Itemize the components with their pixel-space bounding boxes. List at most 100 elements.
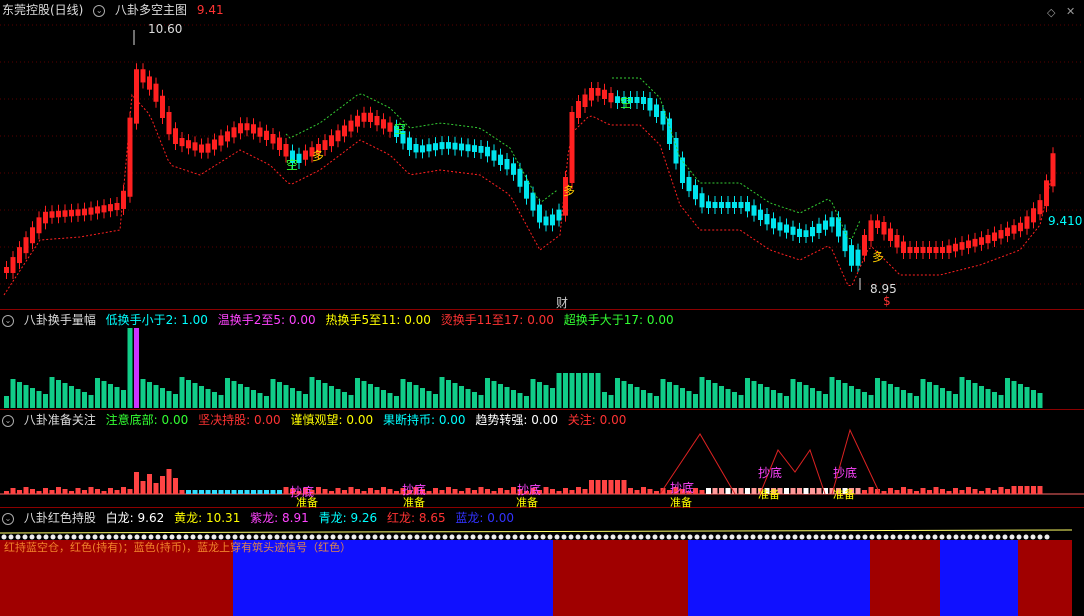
dot-marker [582,534,588,540]
turnover-bar [920,379,926,408]
turnover-bar [147,382,152,408]
candle-body [732,202,737,208]
candle-body [179,138,185,147]
turnover-bar [550,388,555,408]
turnover-bar [719,386,724,408]
turnover-bar [543,385,549,408]
turnover-bar [361,381,367,408]
turnover-bar [134,328,139,408]
candle-body [485,146,490,157]
attention-bar [374,490,380,494]
candle-body [504,159,510,170]
candle-body [829,217,835,227]
turnover-bar [660,379,666,408]
high-price-label: 10.60 [148,22,183,36]
attention-bar [426,491,432,494]
turnover-bar [686,391,692,408]
dot-marker [841,534,847,540]
dot-marker [953,534,959,540]
turnover-bar [400,379,406,408]
turnover-bar [875,378,880,408]
hold-item-0: 白龙: 9.62 [105,511,165,525]
candle-body [498,154,503,165]
attention-bar [231,490,237,494]
dot-marker [358,534,364,540]
candle-body [439,142,445,150]
close-icon[interactable]: ✕ [1066,5,1075,18]
turnover-bar [862,392,867,408]
candle-body [238,123,243,134]
turnover-item-1: 温换手2至5: 0.00 [217,313,316,327]
candle-body [933,247,939,253]
indicator-toggle-icon[interactable]: ⌄ [2,314,14,327]
turnover-bar [842,383,848,408]
attention-bar [985,488,991,494]
attention-bar [1018,486,1023,494]
turnover-bar [225,378,230,408]
attention-item-0: 注意底部: 0.00 [105,413,189,427]
candle-body [823,220,828,230]
attention-bar [1037,486,1043,494]
turnover-bar [62,383,68,408]
attention-bar [205,490,211,494]
duo-marker-2: 多 [563,184,576,198]
attention-bar [225,490,230,494]
turnover-indicator-name: 八卦换手量幅 [23,313,96,327]
dot-marker [932,534,938,540]
attention-bar [901,487,906,494]
candle-body [121,190,126,209]
turnover-bar [75,389,81,408]
zone-block [688,540,870,616]
turnover-bar [1011,381,1017,408]
dot-marker [498,534,504,540]
turnover-bar [699,377,705,408]
dot-marker [631,534,637,540]
turnover-bar [433,394,438,408]
candle-body [881,222,887,235]
attention-bar [608,480,614,494]
candle-body [1011,225,1017,234]
turnover-bar [238,384,243,408]
attention-bar [868,487,874,494]
dot-marker [904,534,910,540]
attention-bar [569,490,575,494]
turnover-bar [959,377,965,408]
attention-bar [641,487,646,494]
attention-bar [257,490,263,494]
dot-marker [799,534,805,540]
turnover-bar [816,391,822,408]
candle-body [894,235,900,248]
turnover-bar [777,393,783,408]
candle-body [212,139,217,150]
candle-body [465,144,471,152]
dot-marker [981,534,987,540]
dot-marker [855,534,861,540]
indicator-toggle-icon[interactable]: ⌄ [2,512,14,525]
kong-marker-3: 空 [620,96,633,110]
dot-marker [890,534,896,540]
turnover-bar [634,387,640,408]
turnover-bar [979,386,984,408]
candlestick-chart[interactable] [0,0,1084,310]
candle-body [556,209,562,221]
dot-marker [540,534,546,540]
indicator-toggle-icon[interactable]: ⌄ [2,414,14,427]
attention-bar [810,488,815,494]
indicator-toggle-icon[interactable]: ⌄ [93,4,106,17]
candle-body [712,202,718,208]
turnover-bar [953,394,958,408]
attention-bar [465,488,471,494]
attention-bar [888,488,893,494]
candle-body [244,123,250,131]
candle-body [842,230,848,252]
turnover-bar [992,392,997,408]
dot-marker [946,534,952,540]
dot-marker [743,534,749,540]
turnover-bar [374,387,380,408]
attention-bar [452,489,458,494]
dot-marker [1009,534,1015,540]
turnover-bar [36,391,42,408]
attention-bar [30,489,35,494]
diamond-icon[interactable]: ◇ [1047,6,1055,19]
candle-body [745,202,750,212]
